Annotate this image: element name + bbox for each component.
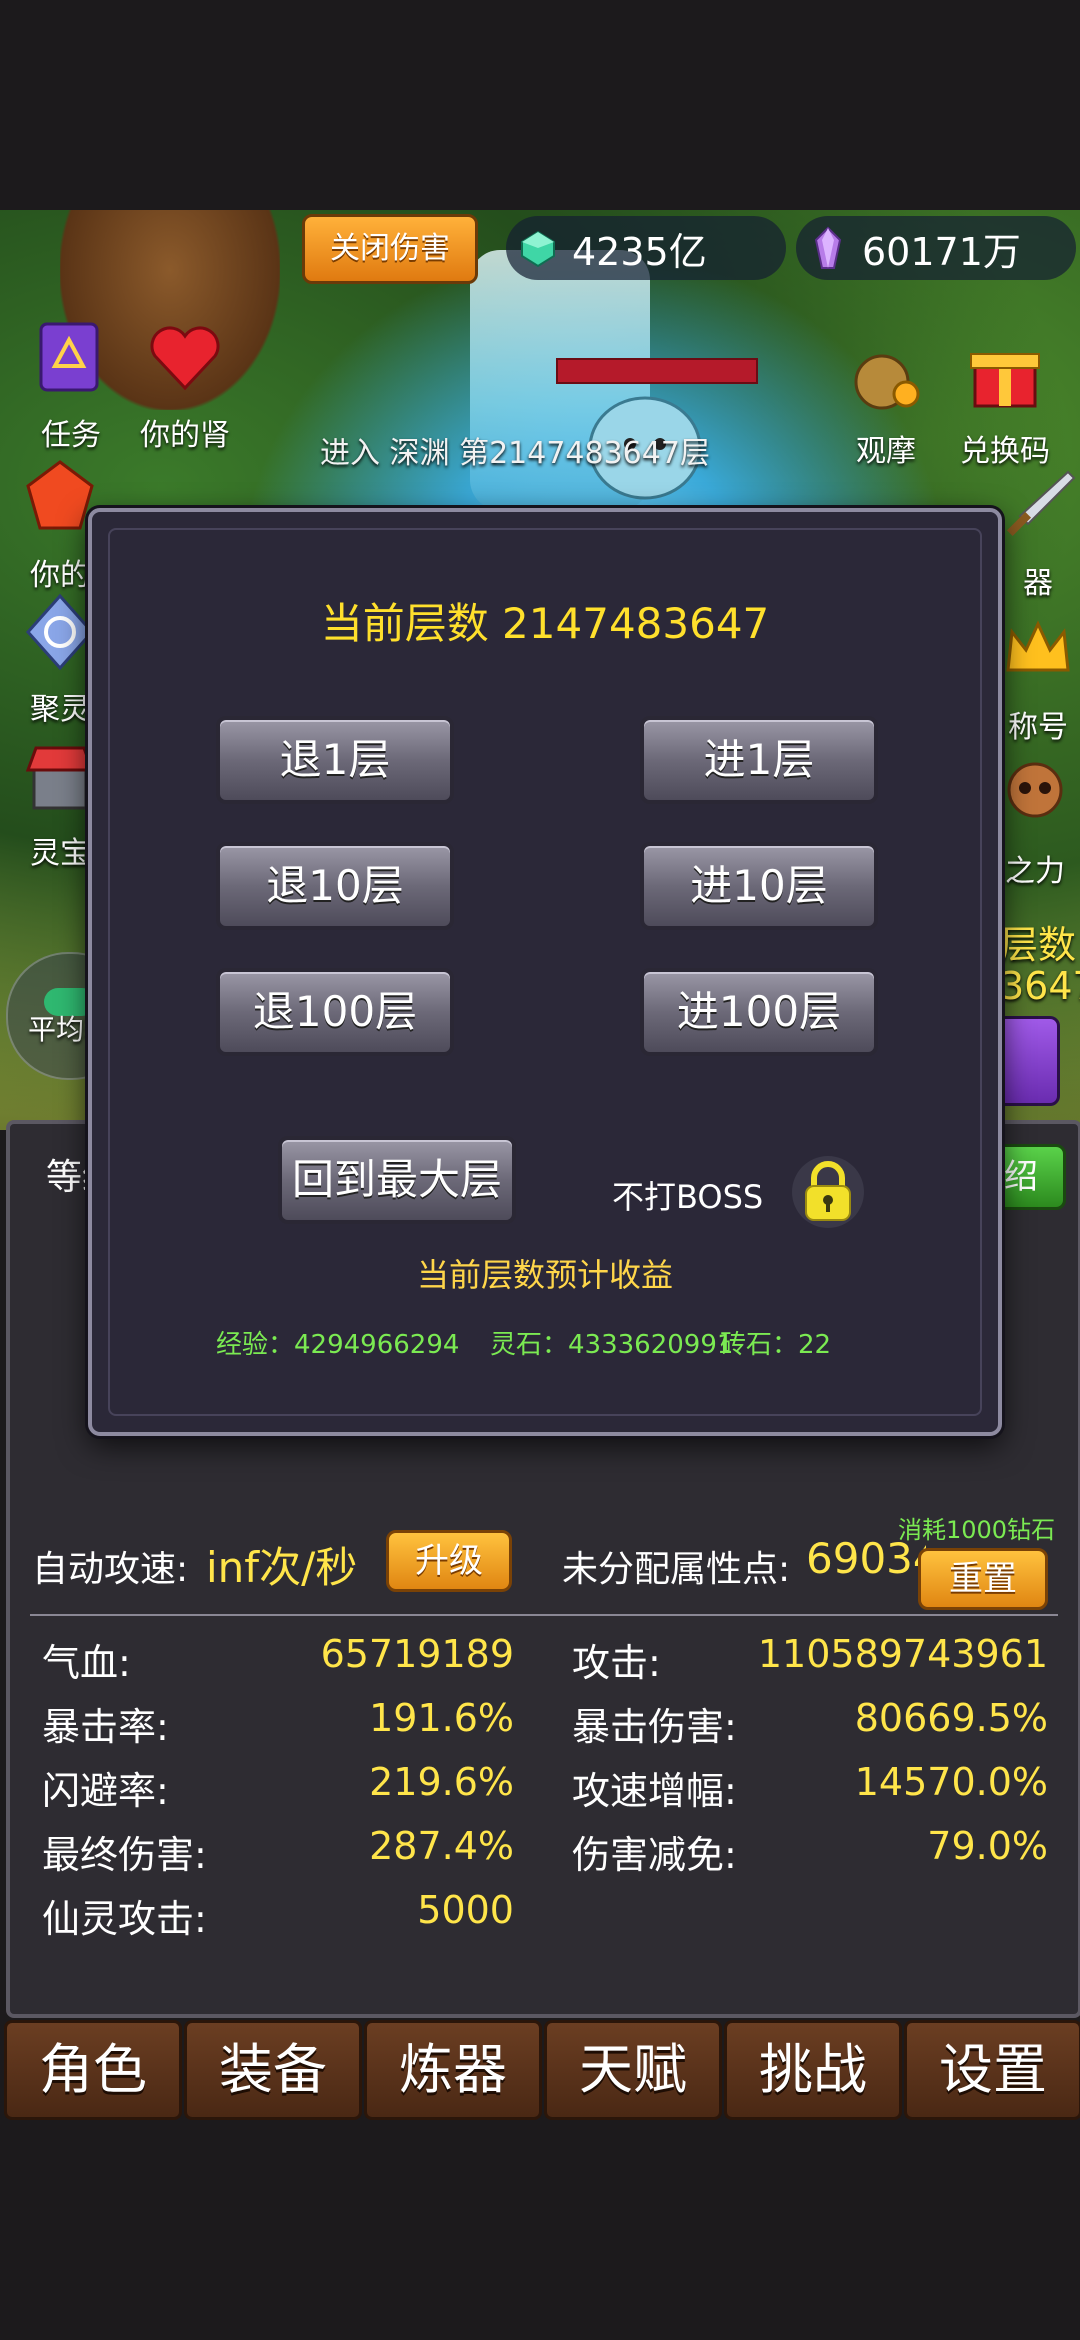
- back-10-floors-button[interactable]: 退10层: [216, 842, 454, 930]
- gem-label: 你的: [30, 558, 90, 593]
- stat-label-crit-rate: 暴击率:: [42, 1705, 169, 1749]
- forward-1-floor-button[interactable]: 进1层: [640, 716, 878, 804]
- title-button[interactable]: 称号: [996, 610, 1080, 746]
- return-max-floor-label: 回到最大层: [291, 1155, 502, 1204]
- crystal-resource: 60171万: [796, 216, 1076, 280]
- book-icon: [39, 322, 99, 392]
- tab-equipment[interactable]: 装备: [184, 2020, 362, 2120]
- observe-label: 观摩: [856, 434, 916, 469]
- tab-talent-label: 天赋: [579, 2038, 687, 2101]
- reset-button[interactable]: 重置: [918, 1548, 1048, 1610]
- tab-settings[interactable]: 设置: [904, 2020, 1080, 2120]
- jade-value: 4235亿: [572, 229, 707, 274]
- padlock-icon[interactable]: [790, 1154, 866, 1230]
- stat-value-dodge: 219.6%: [369, 1760, 514, 1804]
- upgrade-label: 升级: [415, 1541, 483, 1581]
- power-label: 之力: [1005, 854, 1065, 889]
- power-button[interactable]: 之力: [990, 754, 1080, 890]
- kidney-label: 你的肾: [140, 418, 230, 453]
- tab-talent[interactable]: 天赋: [544, 2020, 722, 2120]
- jade-resource: 4235亿: [506, 216, 786, 280]
- reset-label: 重置: [949, 1559, 1017, 1599]
- intro-label: 绍: [1004, 1157, 1038, 1197]
- crown-icon: [1006, 620, 1070, 672]
- stat-value-crit-rate: 191.6%: [369, 1696, 514, 1740]
- back-100-floors-button[interactable]: 退100层: [216, 968, 454, 1056]
- tab-equipment-label: 装备: [219, 2038, 327, 2101]
- stat-value-spirit-attack: 5000: [417, 1888, 514, 1932]
- sword-icon: [1006, 470, 1076, 537]
- stat-label-hp: 气血:: [42, 1641, 131, 1685]
- reset-cost-label: 消耗1000钻石: [898, 1516, 1056, 1544]
- forward-10-floors-button[interactable]: 进10层: [640, 842, 878, 930]
- redeem-code-button[interactable]: 兑换码: [950, 334, 1060, 470]
- stat-label-final-damage: 最终伤害:: [42, 1833, 207, 1877]
- auto-speed-value: inf次/秒: [206, 1543, 358, 1592]
- boss-hp-bar: [556, 358, 758, 384]
- stat-label-spirit-attack: 仙灵攻击:: [42, 1897, 207, 1941]
- weapon-label: 器: [1023, 566, 1053, 601]
- forward-100-floors-button[interactable]: 进100层: [640, 968, 878, 1056]
- floor-dialog: 当前层数 2147483647 退1层 进1层 退10层 进10层 退100层 …: [88, 508, 1002, 1436]
- return-max-floor-button[interactable]: 回到最大层: [278, 1136, 516, 1224]
- income-brick-stone: 砖石：22: [720, 1330, 832, 1360]
- weapon-button[interactable]: 器: [996, 466, 1080, 602]
- tab-character-label: 角色: [39, 2038, 147, 2101]
- current-floor-title: 当前层数 2147483647: [320, 599, 770, 648]
- back-1-floor-label: 退1层: [279, 735, 391, 784]
- quest-label: 任务: [41, 418, 101, 453]
- quest-button[interactable]: 任务: [26, 318, 116, 454]
- forward-10-floors-label: 进10层: [690, 861, 828, 910]
- back-100-floors-label: 退100层: [252, 987, 418, 1036]
- forward-100-floors-label: 进100层: [676, 987, 842, 1036]
- auto-speed-label: 自动攻速:: [32, 1549, 189, 1590]
- kidney-button[interactable]: 你的肾: [130, 318, 240, 454]
- stat-value-damage-reduction: 79.0%: [927, 1824, 1048, 1868]
- stat-value-attack: 110589743961: [757, 1632, 1048, 1676]
- right-floor-value: 3647: [1000, 964, 1080, 1008]
- floor-enter-text: 进入 深渊 第2147483647层: [320, 436, 710, 471]
- stat-value-final-damage: 287.4%: [369, 1824, 514, 1868]
- observe-button[interactable]: 观摩: [846, 334, 926, 470]
- gather-spirit-label: 聚灵: [30, 692, 90, 727]
- tab-refine-label: 炼器: [399, 2038, 507, 2101]
- stat-label-dodge: 闪避率:: [42, 1769, 169, 1813]
- title-label: 称号: [1008, 710, 1068, 745]
- stat-value-attack-speed: 14570.0%: [854, 1760, 1048, 1804]
- back-1-floor-button[interactable]: 退1层: [216, 716, 454, 804]
- gift-icon: [970, 353, 1040, 408]
- crystal-value: 60171万: [862, 229, 1021, 274]
- upgrade-button[interactable]: 升级: [386, 1530, 512, 1592]
- heart-icon: [150, 326, 220, 391]
- tab-challenge-label: 挑战: [759, 2038, 867, 2101]
- purple-button[interactable]: [992, 1016, 1060, 1106]
- divider: [30, 1614, 1058, 1616]
- stat-value-crit-damage: 80669.5%: [854, 1696, 1048, 1740]
- tab-challenge[interactable]: 挑战: [724, 2020, 902, 2120]
- tab-character[interactable]: 角色: [4, 2020, 182, 2120]
- treasure-shop-label: 灵宝: [30, 836, 90, 871]
- close-damage-button[interactable]: 关闭伤害: [302, 214, 478, 284]
- income-title: 当前层数预计收益: [416, 1256, 673, 1294]
- stat-label-attack: 攻击:: [572, 1641, 661, 1685]
- tab-settings-label: 设置: [939, 2038, 1047, 2101]
- unassigned-label: 未分配属性点:: [562, 1549, 791, 1590]
- jade-icon: [521, 230, 555, 268]
- skull-icon: [1007, 762, 1063, 818]
- tab-refine[interactable]: 炼器: [364, 2020, 542, 2120]
- redeem-code-label: 兑换码: [960, 434, 1050, 469]
- back-10-floors-label: 退10层: [266, 861, 404, 910]
- income-spirit-stone: 灵石：4333620991: [490, 1330, 734, 1360]
- money-bag-icon: [854, 354, 920, 410]
- forward-1-floor-label: 进1层: [703, 735, 815, 784]
- crystal-icon: [814, 226, 842, 269]
- no-boss-label: 不打BOSS: [612, 1178, 764, 1216]
- income-exp: 经验：4294966294: [216, 1330, 460, 1360]
- right-floor-label: 层数: [1000, 923, 1077, 967]
- stat-value-hp: 65719189: [320, 1632, 514, 1676]
